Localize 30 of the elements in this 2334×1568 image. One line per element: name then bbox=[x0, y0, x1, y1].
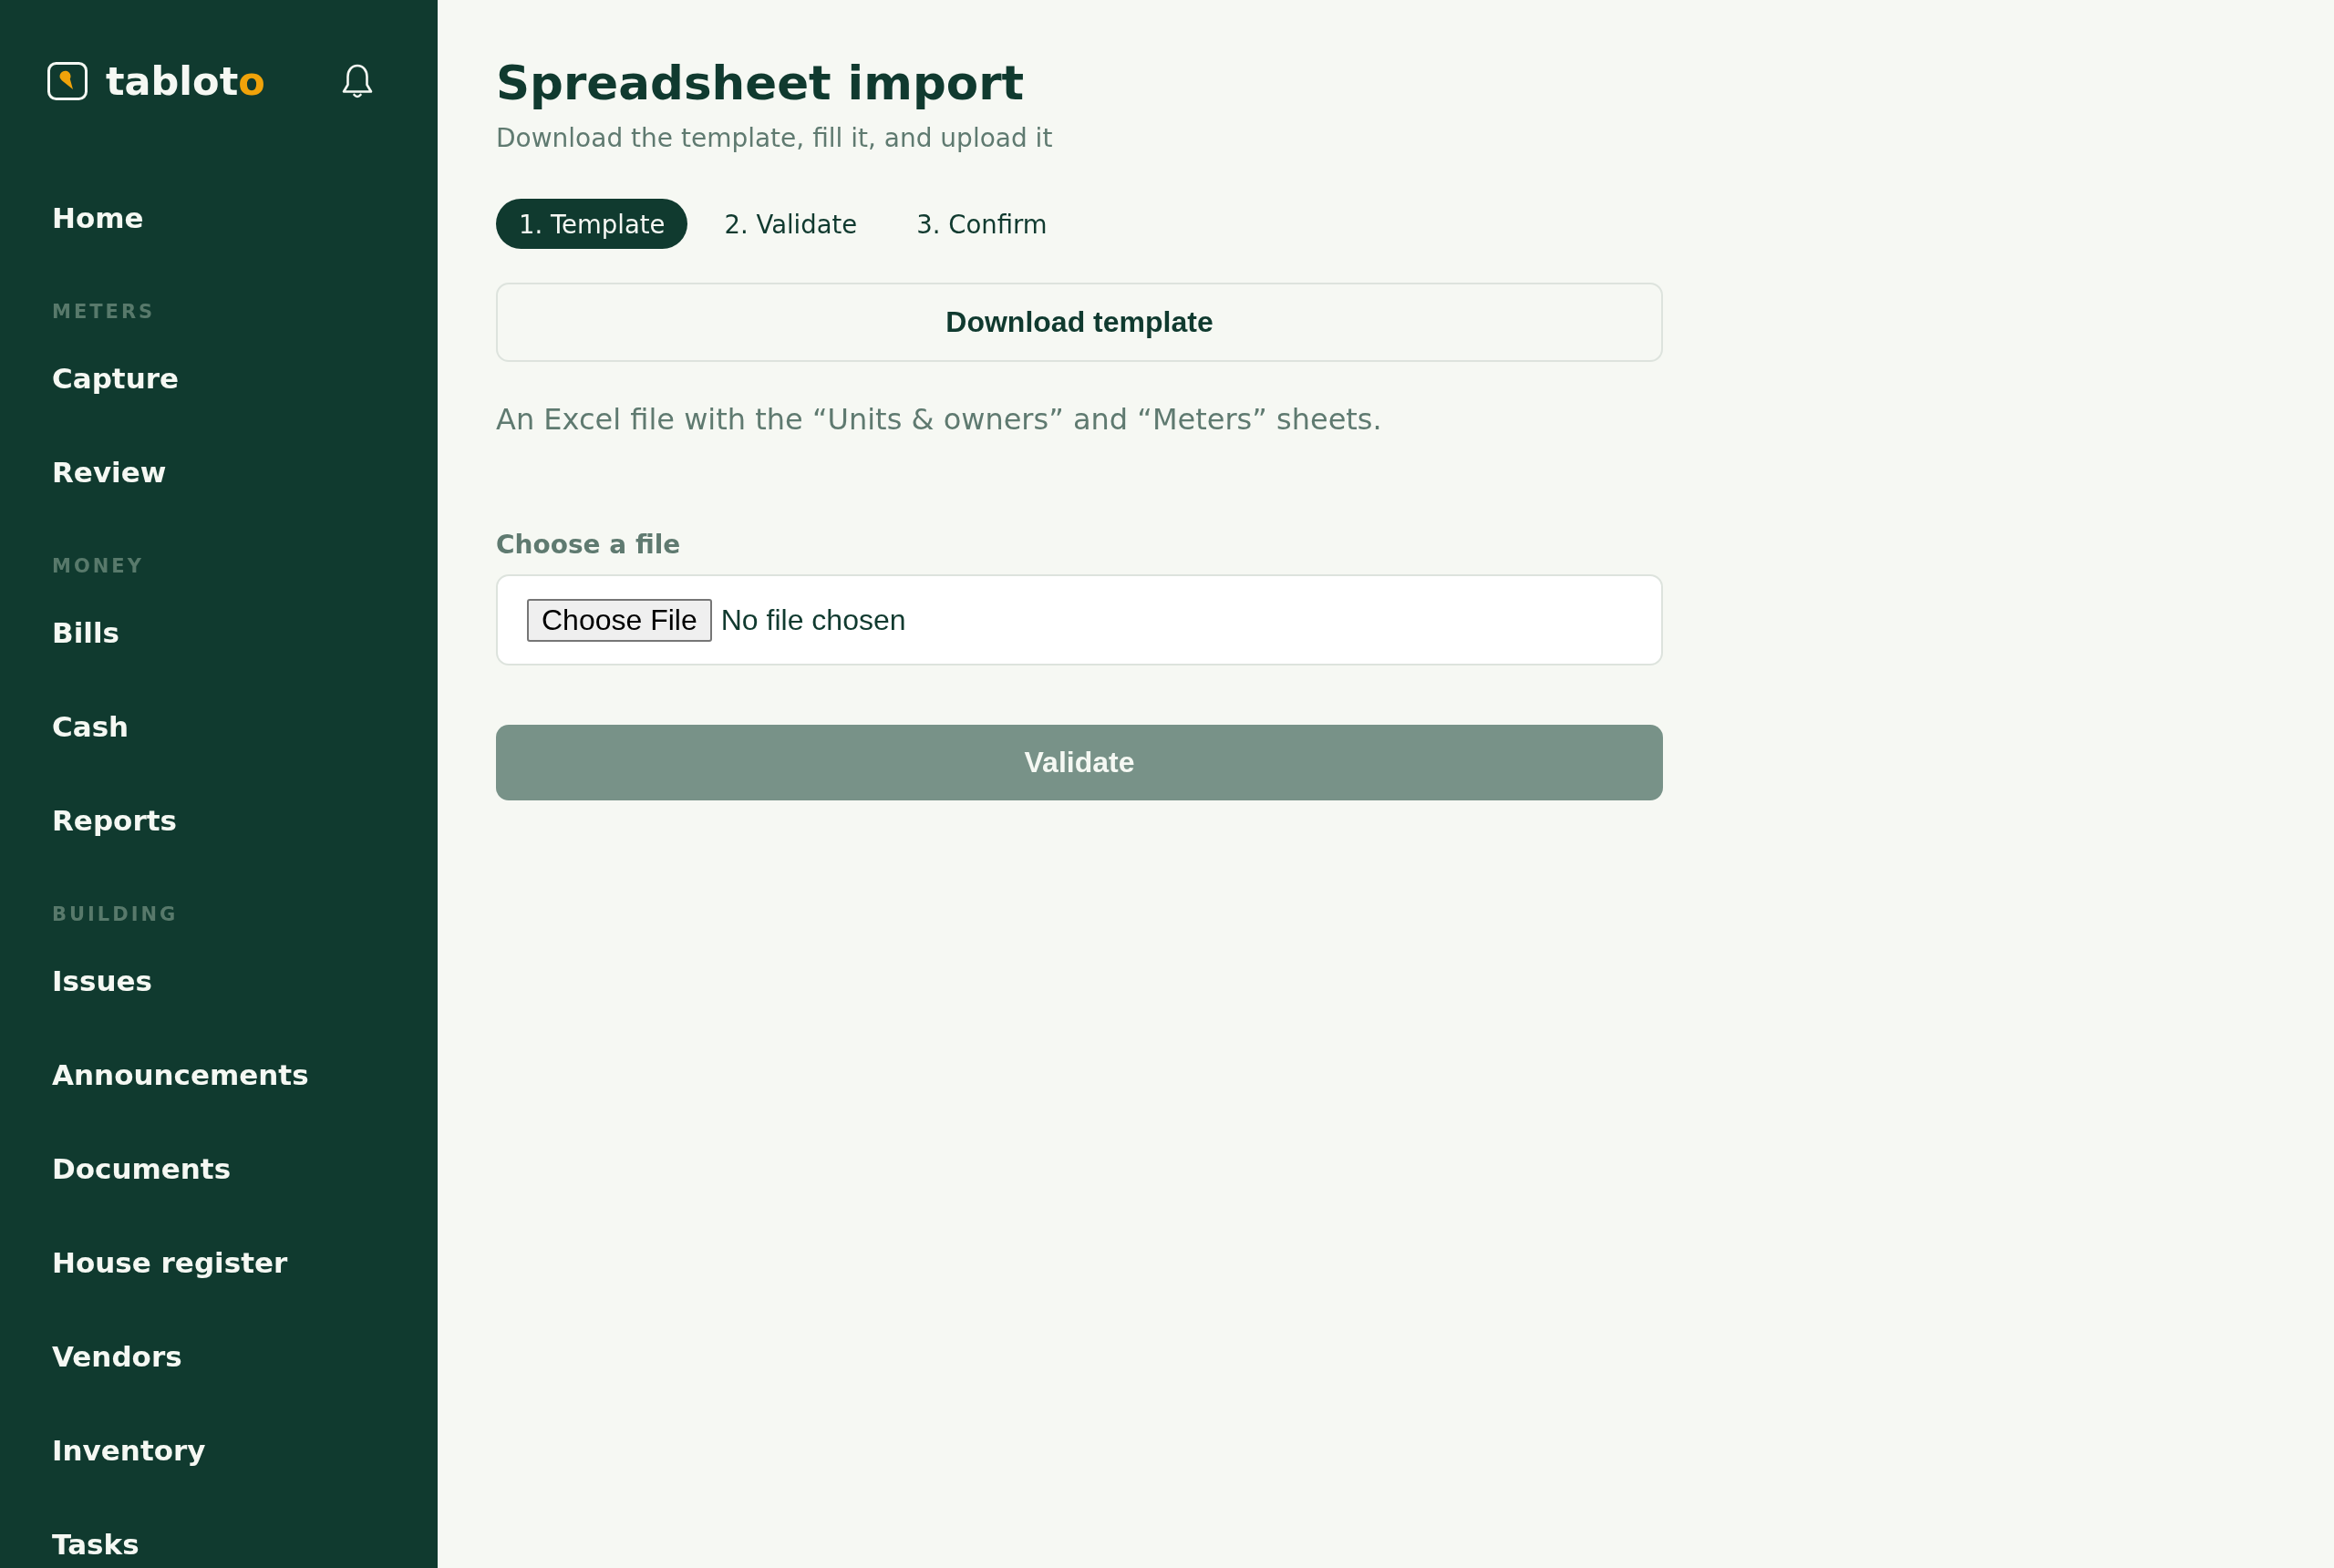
download-template-button[interactable]: Download template bbox=[496, 283, 1663, 362]
nav-section-heading: METERS bbox=[52, 302, 156, 322]
nav-link[interactable]: Announcements bbox=[52, 1057, 309, 1093]
nav-link[interactable]: Inventory bbox=[52, 1433, 206, 1469]
nav-section-heading: BUILDING bbox=[52, 904, 179, 924]
step-tab[interactable]: 3. Confirm bbox=[893, 199, 1070, 249]
step-tab[interactable]: 2. Validate bbox=[701, 199, 881, 249]
file-status-text: No file chosen bbox=[720, 603, 906, 637]
nav-link[interactable]: Home bbox=[52, 201, 144, 236]
nav-link[interactable]: Vendors bbox=[52, 1339, 182, 1375]
nav-link[interactable]: Issues bbox=[52, 964, 152, 999]
nav-link[interactable]: Review bbox=[52, 455, 167, 490]
nav-link[interactable]: Documents bbox=[52, 1151, 232, 1187]
step-tab[interactable]: 1. Template bbox=[496, 199, 688, 249]
logo-text: tabloto bbox=[106, 61, 265, 101]
notification-bell-icon[interactable] bbox=[341, 63, 374, 99]
file-input-field[interactable]: Choose File No file chosen bbox=[496, 574, 1663, 665]
page-title: Spreadsheet import bbox=[496, 55, 1025, 111]
nav-link[interactable]: Bills bbox=[52, 615, 119, 651]
logo-pin-icon bbox=[47, 62, 88, 100]
nav-link[interactable]: Reports bbox=[52, 803, 177, 839]
choose-file-button[interactable]: Choose File bbox=[527, 598, 712, 642]
page-subtitle: Download the template, fill it, and upload it bbox=[496, 124, 1053, 153]
nav-link[interactable]: Capture bbox=[52, 361, 180, 397]
nav-link[interactable]: House register bbox=[52, 1245, 288, 1281]
nav-link[interactable]: Tasks bbox=[52, 1527, 139, 1563]
field-label: Choose a file bbox=[496, 529, 681, 562]
nav-link[interactable]: Cash bbox=[52, 709, 129, 745]
nav-section-heading: MONEY bbox=[52, 556, 144, 576]
description-text: An Excel file with the “Units & owners” and “Meters” sheets. bbox=[496, 401, 1382, 438]
